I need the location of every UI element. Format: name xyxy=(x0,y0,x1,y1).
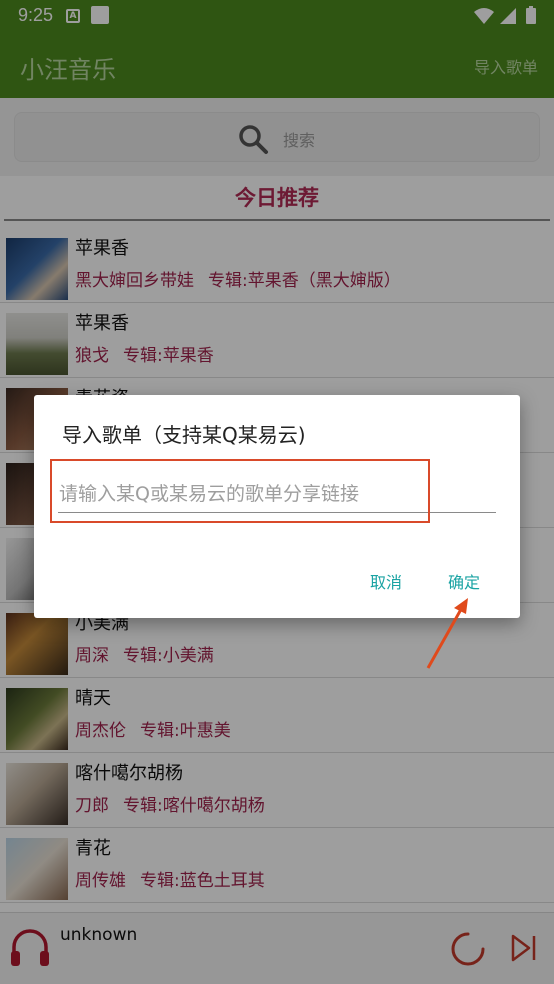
dialog-title: 导入歌单（支持某Q某易云) xyxy=(62,423,306,447)
cancel-button[interactable]: 取消 xyxy=(370,569,402,593)
import-playlist-dialog: 导入歌单（支持某Q某易云) 取消 确定 xyxy=(34,395,520,618)
input-highlight-box xyxy=(50,459,430,523)
annotation-arrow-icon xyxy=(426,598,468,669)
confirm-button[interactable]: 确定 xyxy=(448,569,480,593)
